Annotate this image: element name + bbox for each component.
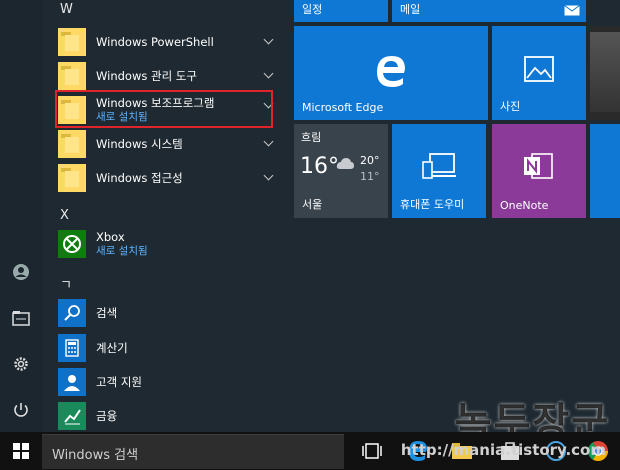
weather-low: 11° (360, 170, 380, 183)
tile-label: 메일 (400, 3, 421, 16)
list-item-label: Windows PowerShell (96, 35, 214, 49)
task-view-button[interactable] (358, 437, 386, 465)
tile-label: Microsoft Edge (302, 101, 384, 114)
list-item-system[interactable]: Windows 시스템 (58, 128, 280, 160)
user-icon (13, 264, 29, 280)
list-item-label: Windows 시스템 (96, 137, 183, 151)
list-item-label: 고객 지원 (96, 375, 142, 389)
chart-icon (58, 402, 86, 430)
tile-area: 일정 메일 Microsoft Edge 사진 흐림 16° 20° 11° 서… (292, 0, 620, 432)
search-icon (58, 299, 86, 327)
list-item-label: 금융 (96, 409, 118, 423)
start-rail (0, 0, 42, 432)
list-item-label: 검색 (96, 306, 118, 320)
highlight-box (55, 90, 273, 128)
tile-news-partial[interactable] (590, 26, 620, 120)
tile-onenote[interactable]: OneNote (492, 124, 586, 218)
folder-icon (58, 28, 86, 56)
news-image (590, 32, 620, 112)
section-header-x[interactable]: X (60, 208, 69, 223)
user-account-button[interactable] (7, 258, 35, 286)
tile-label: 일정 (302, 3, 323, 16)
list-item-label: Windows 관리 도구 (96, 69, 197, 83)
section-header-g[interactable]: ㄱ (60, 274, 72, 293)
tile-label: 서울 (302, 198, 323, 211)
tile-calendar[interactable]: 일정 (294, 0, 388, 22)
weather-condition: 흐림 (301, 131, 322, 144)
tile-photos[interactable]: 사진 (492, 26, 586, 120)
tile-partial-right[interactable] (590, 124, 620, 218)
list-item-accessibility[interactable]: Windows 접근성 (58, 162, 280, 194)
folder-icon (58, 130, 86, 158)
support-person-icon (58, 368, 86, 396)
folder-icon (58, 164, 86, 192)
list-item-support[interactable]: 고객 지원 (58, 366, 280, 398)
windows-logo-icon (13, 443, 29, 459)
section-header-w[interactable]: W (60, 2, 73, 17)
cloud-icon (336, 158, 354, 169)
tile-label: 휴대폰 도우미 (400, 198, 465, 211)
list-item-money[interactable]: 금융 (58, 400, 280, 432)
chevron-down-icon[interactable] (263, 68, 274, 79)
folder-icon (12, 311, 30, 326)
weather-temp: 16° (300, 154, 339, 179)
calculator-icon (58, 334, 86, 362)
weather-high: 20° (360, 154, 380, 167)
gear-icon (14, 357, 28, 371)
chevron-down-icon[interactable] (263, 136, 274, 147)
start-menu: W Windows PowerShell Windows 관리 도구 Windo… (0, 0, 620, 470)
chevron-down-icon[interactable] (263, 34, 274, 45)
list-item-label: 계산기 (96, 341, 128, 355)
list-item-label: Xbox (96, 230, 125, 244)
photos-icon (524, 56, 554, 82)
folder-icon (58, 62, 86, 90)
power-button[interactable] (7, 396, 35, 424)
taskbar-search-box[interactable]: Windows 검색 (42, 434, 344, 469)
onenote-icon (524, 153, 553, 179)
search-placeholder: Windows 검색 (52, 448, 139, 463)
tile-mail[interactable]: 메일 (392, 0, 586, 22)
settings-button[interactable] (7, 350, 35, 378)
list-item-admin-tools[interactable]: Windows 관리 도구 (58, 60, 280, 92)
list-item-xbox[interactable]: Xbox 새로 설치됨 (58, 228, 280, 260)
tile-label: 사진 (500, 100, 521, 113)
chevron-down-icon[interactable] (263, 170, 274, 181)
start-button[interactable] (0, 432, 42, 470)
tile-edge[interactable]: Microsoft Edge (294, 26, 488, 120)
file-explorer-button[interactable] (7, 304, 35, 332)
tile-phone-companion[interactable]: 휴대폰 도우미 (392, 124, 486, 218)
watermark-url: http://mania.tistory.com (400, 441, 606, 459)
edge-icon (377, 56, 405, 87)
phone-laptop-icon (422, 153, 456, 179)
taskbar: Windows 검색 http://mania.tistory.com (0, 432, 620, 470)
tile-weather[interactable]: 흐림 16° 20° 11° 서울 (294, 124, 388, 218)
list-item-search[interactable]: 검색 (58, 297, 280, 329)
mail-icon (564, 5, 580, 16)
list-item-label: Windows 접근성 (96, 171, 183, 185)
list-item-calculator[interactable]: 계산기 (58, 332, 280, 364)
task-view-icon (362, 443, 382, 459)
app-list: W Windows PowerShell Windows 관리 도구 Windo… (42, 0, 282, 432)
power-icon (14, 403, 28, 417)
xbox-icon (58, 230, 86, 258)
tile-label: OneNote (500, 199, 549, 212)
list-item-powershell[interactable]: Windows PowerShell (58, 26, 280, 58)
new-install-badge: 새로 설치됨 (96, 245, 148, 257)
